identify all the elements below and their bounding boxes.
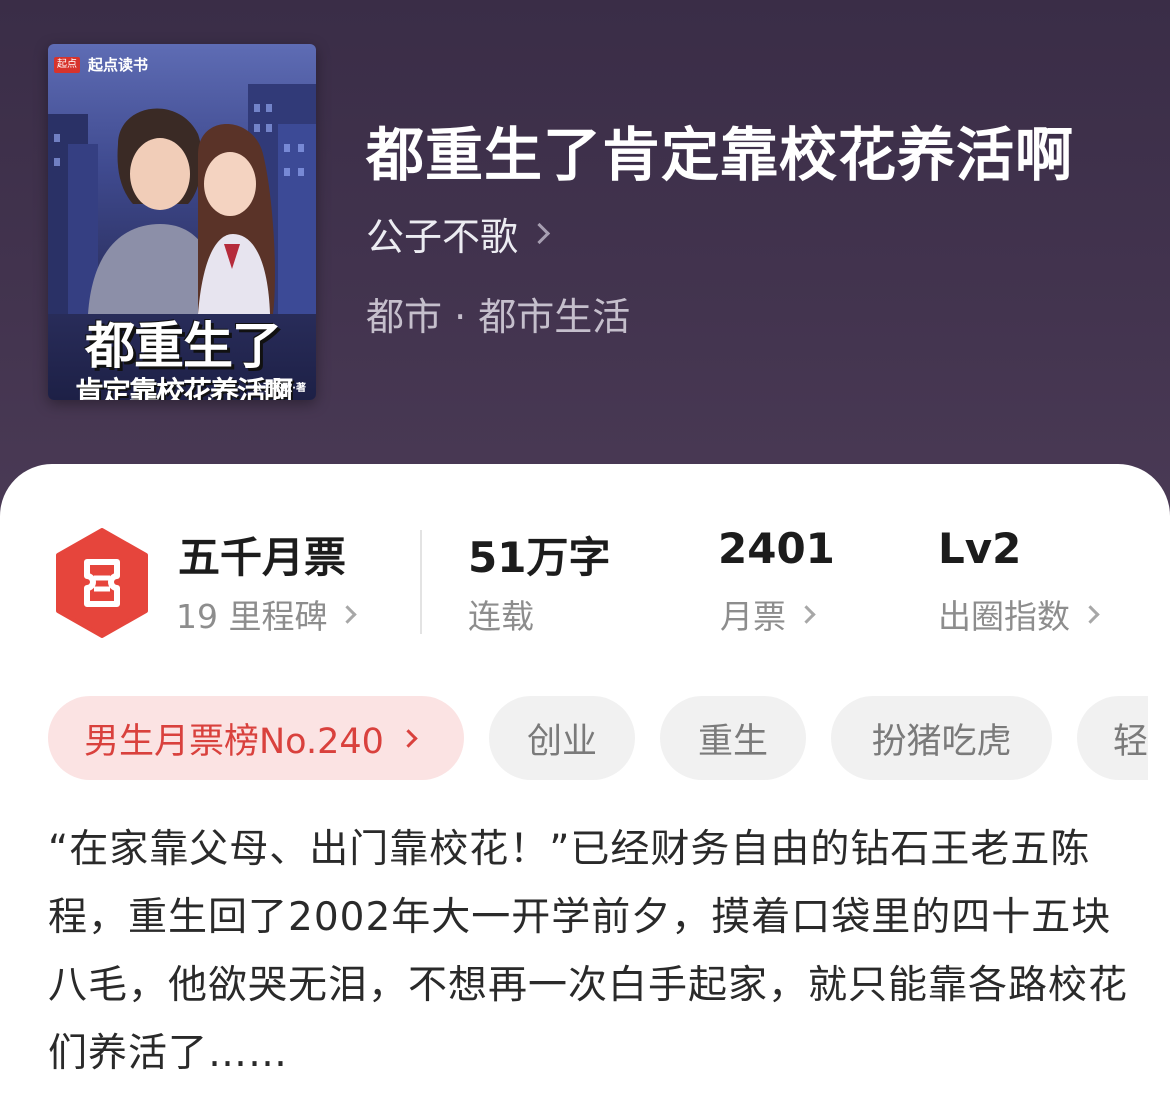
- milestone-label: 19 里程碑: [176, 597, 328, 636]
- genre-label: 都市 · 都市生活: [366, 295, 631, 339]
- monthly-ticket-label: 月票: [720, 597, 786, 636]
- word-count-value: 51万字: [468, 533, 611, 582]
- cover-logo-text: 起点读书: [88, 56, 149, 74]
- influence-link[interactable]: 出圈指数: [938, 590, 1100, 638]
- ticket-icon: [56, 528, 148, 638]
- influence-value: Lv2: [938, 524, 1022, 573]
- chevron-right-icon: [1081, 604, 1100, 624]
- tag-chips: 男生月票榜No.240 创业 重生 扮猪吃虎 轻: [48, 696, 1148, 782]
- cover-title-line1: 都重生了: [85, 317, 282, 375]
- chevron-right-icon: [797, 604, 816, 624]
- stats-row: 五千月票 19 里程碑 51万字 连载 2401 月票 Lv2 出圈指数: [0, 524, 1170, 644]
- monthly-ticket-link[interactable]: 月票: [720, 590, 816, 638]
- milestone-value: 五千月票: [178, 533, 347, 582]
- tag-chip[interactable]: 轻: [1077, 696, 1148, 780]
- cover-logo: 起点 起点读书: [54, 54, 148, 75]
- book-cover[interactable]: 起点 起点读书 都重生了 肯定靠校花养活啊 公子不歌·著: [48, 44, 316, 400]
- tag-chip[interactable]: 扮猪吃虎: [831, 696, 1052, 780]
- author-name: 公子不歌: [366, 215, 519, 259]
- book-detail-sheet: 五千月票 19 里程碑 51万字 连载 2401 月票 Lv2 出圈指数 男生月…: [0, 464, 1170, 1118]
- chevron-right-icon: [399, 728, 418, 748]
- author-link[interactable]: 公子不歌: [366, 206, 551, 261]
- chevron-right-icon: [528, 222, 551, 245]
- book-title: 都重生了肯定靠校花养活啊: [366, 121, 1075, 189]
- monthly-ticket-value: 2401: [718, 524, 835, 573]
- book-description: “在家靠父母、出门靠校花！”已经财务自由的钻石王老五陈程，重生回了2002年大一…: [48, 827, 1129, 1076]
- serial-status: 连载: [468, 590, 534, 638]
- qidian-logo-mark: 起点: [54, 56, 80, 73]
- serial-status-label: 连载: [468, 597, 534, 636]
- book-header: 起点 起点读书 都重生了 肯定靠校花养活啊 公子不歌·著 都重生了肯定靠校花养活…: [0, 0, 1170, 520]
- tag-chip[interactable]: 重生: [660, 696, 806, 780]
- tag-chip[interactable]: 创业: [489, 696, 635, 780]
- stats-divider: [420, 530, 422, 634]
- rank-chip-label: 男生月票榜No.240: [84, 721, 384, 762]
- chevron-right-icon: [338, 604, 358, 624]
- milestone-link[interactable]: 19 里程碑: [176, 590, 358, 638]
- cover-author-credit: 公子不歌·著: [252, 383, 306, 394]
- cover-illustration: [48, 84, 316, 314]
- influence-label: 出圈指数: [938, 597, 1070, 636]
- rank-chip[interactable]: 男生月票榜No.240: [48, 696, 464, 780]
